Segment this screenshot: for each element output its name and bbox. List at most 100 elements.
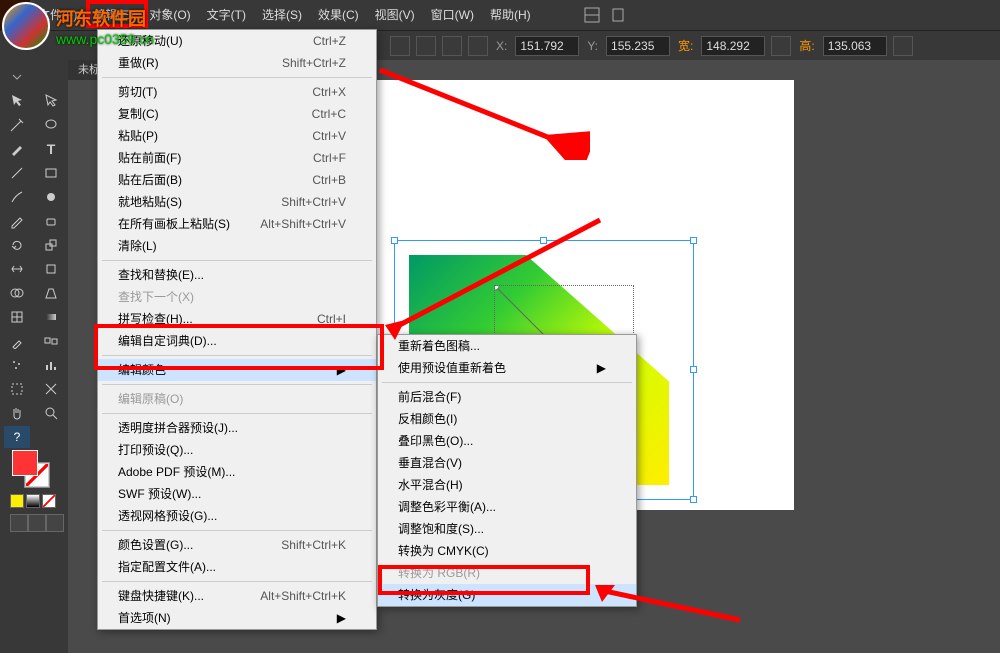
scale-tool[interactable]: [38, 234, 64, 256]
draw-normal-icon[interactable]: [10, 514, 28, 532]
transform-icon[interactable]: [468, 36, 488, 56]
submenu-item[interactable]: 调整色彩平衡(A)...: [378, 496, 636, 518]
menu-item[interactable]: 就地粘贴(S)Shift+Ctrl+V: [98, 191, 376, 213]
height-input[interactable]: [823, 36, 887, 56]
menu-effect[interactable]: 效果(C): [310, 0, 367, 30]
menu-item[interactable]: 打印预设(Q)...: [98, 439, 376, 461]
color-yellow-swatch[interactable]: [10, 494, 24, 508]
menu-select[interactable]: 选择(S): [254, 0, 310, 30]
draw-behind-icon[interactable]: [28, 514, 46, 532]
selection-handle[interactable]: [690, 496, 697, 503]
column-graph-tool[interactable]: [38, 354, 64, 376]
menu-item[interactable]: SWF 预设(W)...: [98, 483, 376, 505]
submenu-item[interactable]: 前后混合(F): [378, 386, 636, 408]
eraser-tool[interactable]: [38, 210, 64, 232]
misc-icon[interactable]: [893, 36, 913, 56]
mesh-tool[interactable]: [4, 306, 30, 328]
rectangle-tool[interactable]: [38, 162, 64, 184]
perspective-grid-tool[interactable]: [38, 282, 64, 304]
help-icon[interactable]: ?: [4, 426, 30, 448]
eyedropper-tool[interactable]: [4, 330, 30, 352]
selection-handle[interactable]: [690, 237, 697, 244]
menu-item[interactable]: 透明度拼合器预设(J)...: [98, 417, 376, 439]
menu-item[interactable]: 还原移动(U)Ctrl+Z: [98, 30, 376, 52]
menu-item[interactable]: 清除(L): [98, 235, 376, 257]
menu-item[interactable]: 首选项(N)▶: [98, 607, 376, 629]
menu-item[interactable]: 键盘快捷键(K)...Alt+Shift+Ctrl+K: [98, 585, 376, 607]
link-icon[interactable]: [771, 36, 791, 56]
menu-item[interactable]: 编辑颜色▶: [98, 359, 376, 381]
pen-tool[interactable]: [4, 138, 30, 160]
blend-tool[interactable]: [38, 330, 64, 352]
submenu-item[interactable]: 叠印黑色(O)...: [378, 430, 636, 452]
menu-file[interactable]: 文件(F): [30, 0, 85, 30]
menu-item[interactable]: 粘贴(P)Ctrl+V: [98, 125, 376, 147]
menu-item[interactable]: 复制(C)Ctrl+C: [98, 103, 376, 125]
magic-wand-tool[interactable]: [4, 114, 30, 136]
submenu-item[interactable]: 水平混合(H): [378, 474, 636, 496]
y-input[interactable]: [606, 36, 670, 56]
blob-brush-tool[interactable]: [38, 186, 64, 208]
menu-item[interactable]: 查找和替换(E)...: [98, 264, 376, 286]
hand-tool[interactable]: [4, 402, 30, 424]
submenu-item[interactable]: 重新着色图稿...: [378, 335, 636, 357]
direct-selection-tool[interactable]: [38, 90, 64, 112]
selection-tool[interactable]: [4, 90, 30, 112]
selection-handle[interactable]: [391, 237, 398, 244]
x-label: X:: [494, 39, 509, 53]
pencil-tool[interactable]: [4, 210, 30, 232]
submenu-item[interactable]: 垂直混合(V): [378, 452, 636, 474]
submenu-item[interactable]: 反相颜色(I): [378, 408, 636, 430]
menu-item[interactable]: 编辑自定词典(D)...: [98, 330, 376, 352]
width-tool[interactable]: [4, 258, 30, 280]
menu-item[interactable]: 重做(R)Shift+Ctrl+Z: [98, 52, 376, 74]
x-input[interactable]: [515, 36, 579, 56]
menu-item[interactable]: 拼写检查(H)...Ctrl+I: [98, 308, 376, 330]
menu-edit[interactable]: 编辑(E): [85, 0, 141, 30]
submenu-item[interactable]: 转换为灰度(G): [378, 584, 636, 606]
symbol-spray-tool[interactable]: [4, 354, 30, 376]
brush-tool[interactable]: [4, 186, 30, 208]
menu-item[interactable]: 颜色设置(G)...Shift+Ctrl+K: [98, 534, 376, 556]
selection-handle[interactable]: [690, 366, 697, 373]
shape-builder-tool[interactable]: [4, 282, 30, 304]
zoom-tool[interactable]: [38, 402, 64, 424]
menu-item[interactable]: 指定配置文件(A)...: [98, 556, 376, 578]
menu-item[interactable]: Adobe PDF 预设(M)...: [98, 461, 376, 483]
menu-item[interactable]: 透视网格预设(G)...: [98, 505, 376, 527]
line-tool[interactable]: [4, 162, 30, 184]
menu-item[interactable]: 在所有画板上粘贴(S)Alt+Shift+Ctrl+V: [98, 213, 376, 235]
menu-view[interactable]: 视图(V): [367, 0, 423, 30]
menu-window[interactable]: 窗口(W): [423, 0, 482, 30]
menu-object[interactable]: 对象(O): [141, 0, 198, 30]
chevron-icon[interactable]: [4, 66, 30, 88]
slice-tool[interactable]: [38, 378, 64, 400]
width-input[interactable]: [701, 36, 765, 56]
submenu-item[interactable]: 调整饱和度(S)...: [378, 518, 636, 540]
menu-item[interactable]: 贴在后面(B)Ctrl+B: [98, 169, 376, 191]
menu-help[interactable]: 帮助(H): [482, 0, 539, 30]
menu-item: 查找下一个(X): [98, 286, 376, 308]
selection-handle[interactable]: [540, 237, 547, 244]
menu-type[interactable]: 文字(T): [199, 0, 254, 30]
gradient-tool[interactable]: [38, 306, 64, 328]
lasso-tool[interactable]: [38, 114, 64, 136]
menu-item[interactable]: 剪切(T)Ctrl+X: [98, 81, 376, 103]
menu-item[interactable]: 贴在前面(F)Ctrl+F: [98, 147, 376, 169]
layout-icon[interactable]: [579, 4, 605, 26]
artboard-tool[interactable]: [4, 378, 30, 400]
submenu-item[interactable]: 转换为 CMYK(C): [378, 540, 636, 562]
align-icon-2[interactable]: [442, 36, 462, 56]
anchor-icon[interactable]: [390, 36, 410, 56]
align-icon[interactable]: [416, 36, 436, 56]
width-label: 宽:: [676, 37, 695, 54]
draw-inside-icon[interactable]: [46, 514, 64, 532]
free-transform-tool[interactable]: [38, 258, 64, 280]
doc-icon[interactable]: [605, 4, 631, 26]
fill-swatch[interactable]: [12, 450, 38, 476]
gradient-swatch[interactable]: [26, 494, 40, 508]
type-tool[interactable]: T: [38, 138, 64, 160]
submenu-item[interactable]: 使用预设值重新着色▶: [378, 357, 636, 379]
rotate-tool[interactable]: [4, 234, 30, 256]
none-swatch[interactable]: [42, 494, 56, 508]
